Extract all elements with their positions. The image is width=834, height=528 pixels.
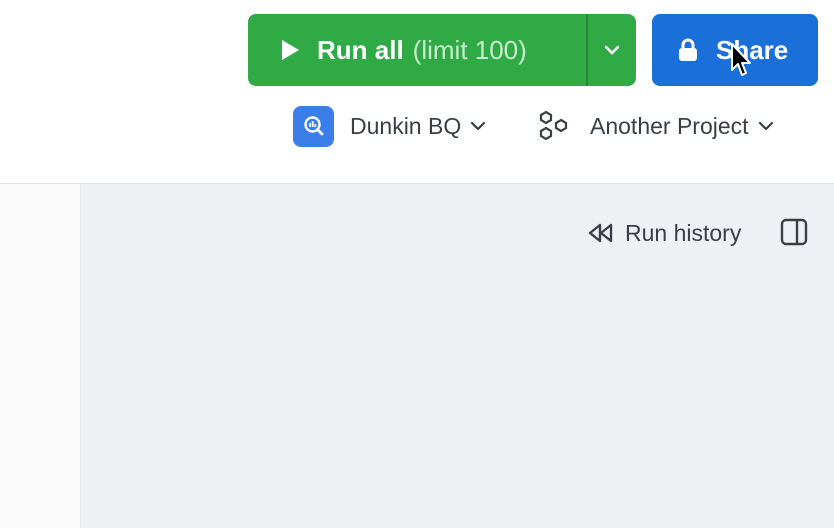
sidebar-panel-icon [780, 218, 808, 246]
run-history-label: Run history [625, 219, 742, 246]
chevron-down-icon [758, 121, 774, 131]
chevron-down-icon [470, 121, 486, 131]
connection-selector-dunkin-bq[interactable]: Dunkin BQ [293, 105, 486, 147]
toggle-side-panel-button[interactable] [780, 218, 808, 246]
run-all-split-button: Run all (limit 100) [248, 14, 636, 86]
play-icon [282, 40, 299, 60]
top-toolbar: Run all (limit 100) Share Dunkin BQ Anot… [0, 0, 834, 184]
project-selector[interactable]: Another Project [537, 105, 774, 147]
rewind-icon [587, 222, 615, 244]
left-sidebar [0, 184, 81, 528]
bigquery-icon [293, 105, 334, 147]
app-window: Run all (limit 100) Share Dunkin BQ Anot… [0, 0, 834, 528]
lock-icon [677, 38, 699, 62]
run-limit-label: (limit 100) [412, 34, 527, 65]
connection-label: Dunkin BQ [350, 112, 462, 139]
share-button[interactable]: Share [652, 14, 818, 86]
project-icon [537, 109, 571, 143]
run-options-dropdown-button[interactable] [588, 14, 636, 86]
run-history-button[interactable]: Run history [587, 217, 741, 249]
run-all-button[interactable]: Run all (limit 100) [248, 14, 586, 86]
chevron-down-icon [604, 45, 620, 55]
run-all-label: Run all [317, 34, 404, 65]
project-label: Another Project [590, 112, 749, 139]
share-label: Share [716, 34, 789, 65]
